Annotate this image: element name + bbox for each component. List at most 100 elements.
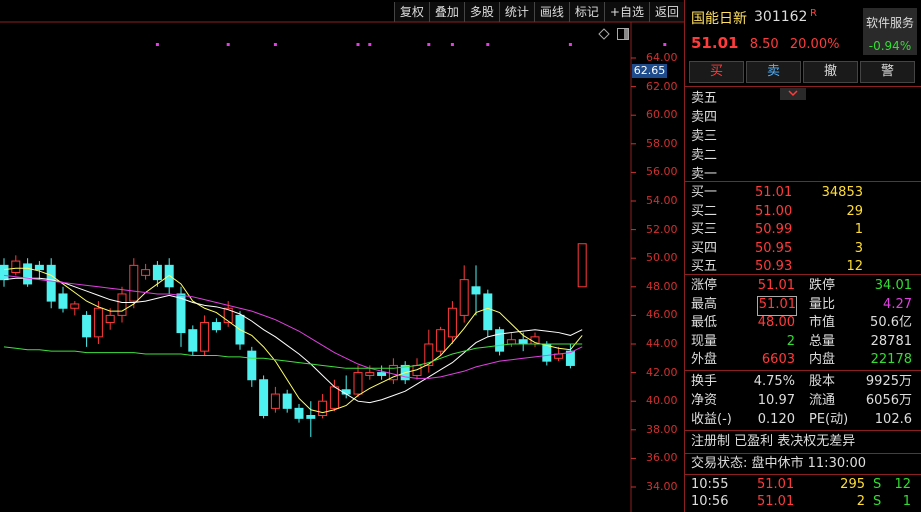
stat-value: 102.6 — [874, 412, 912, 427]
stat-label: 流通 — [809, 393, 836, 408]
trade-buttons: 买 卖 撤 警 — [689, 61, 915, 83]
current-price-tag: 62.65 — [632, 64, 667, 78]
candle-body — [11, 260, 21, 273]
price-axis-label: 62.00 — [646, 79, 678, 93]
candle-body — [577, 243, 587, 288]
signal-marker — [450, 43, 454, 46]
buy-level-volume: 29 — [846, 203, 863, 219]
buy-level-price: 51.00 — [755, 203, 793, 219]
candle-body — [459, 279, 469, 316]
candle-body — [70, 303, 80, 309]
divider — [685, 370, 921, 371]
candle-body — [46, 264, 56, 302]
buy-level-label: 买三 — [691, 222, 718, 237]
candle-body — [82, 314, 92, 338]
price-axis-label: 60.00 — [646, 108, 678, 122]
signal-marker — [663, 43, 667, 46]
cancel-button[interactable]: 撤 — [803, 61, 858, 83]
stat-value: 6603 — [761, 352, 795, 367]
buy-level-price: 51.01 — [755, 185, 793, 200]
sell-button[interactable]: 卖 — [746, 61, 801, 83]
divider — [685, 274, 921, 275]
stat-label: 市值 — [809, 315, 836, 330]
stat-value: 34.01 — [874, 278, 912, 293]
buy-level-label: 买二 — [691, 203, 718, 219]
buy-level-label: 买四 — [691, 240, 718, 256]
stat-label: 最低 — [691, 315, 718, 330]
stat-value: 22178 — [870, 352, 912, 367]
signal-marker — [486, 43, 490, 46]
signal-marker — [155, 43, 159, 46]
candle-body — [23, 263, 33, 285]
divider — [685, 86, 921, 87]
stat-value: 9925万 — [865, 374, 912, 389]
candle-body — [318, 400, 328, 417]
signal-marker — [273, 43, 277, 46]
stat-value: 4.27 — [883, 296, 912, 312]
signal-marker — [427, 43, 431, 46]
sector-button[interactable]: 软件服务 -0.94% — [863, 8, 917, 55]
divider — [685, 430, 921, 431]
candle-body — [93, 307, 103, 338]
signal-marker — [356, 43, 360, 46]
kline-svg — [0, 21, 684, 512]
candle-body — [200, 322, 210, 352]
price-axis-label: 40.00 — [646, 394, 678, 408]
stat-value: 0.120 — [757, 412, 795, 427]
stat-label: 最高 — [691, 296, 718, 312]
candle-body — [0, 264, 9, 281]
stat-label: PE(动) — [809, 412, 849, 427]
price-line: 51.01 8.50 20.00% — [691, 34, 845, 52]
quote-panel: 国能日新 301162 R 软件服务 -0.94% 51.01 8.50 20.… — [684, 0, 921, 512]
stat-value: 51.01 — [757, 295, 797, 316]
candle-body — [353, 372, 363, 395]
tick-count: 1 — [902, 494, 911, 509]
sell-level-label: 卖五 — [691, 91, 718, 106]
candle-body — [141, 269, 151, 276]
trade-status: 交易状态: 盘中休市 11:30:00 — [691, 456, 867, 471]
tick-count: 12 — [894, 477, 911, 492]
stat-label: 涨停 — [691, 278, 718, 293]
tick-time: 10:55 — [691, 477, 729, 492]
stat-value: 6056万 — [865, 393, 912, 408]
candle-body — [518, 339, 528, 345]
price-change: 8.50 — [749, 37, 779, 52]
buy-level-label: 买一 — [691, 185, 718, 200]
candle-body — [34, 264, 44, 271]
candle-body — [188, 329, 198, 352]
buy-level-volume: 34853 — [821, 185, 863, 200]
stat-label: 量比 — [809, 296, 836, 312]
collapse-chevron-icon[interactable] — [780, 88, 806, 100]
stat-value: 10.97 — [757, 393, 795, 408]
price-axis-label: 52.00 — [646, 222, 678, 236]
alert-button[interactable]: 警 — [860, 61, 915, 83]
price-axis-label: 64.00 — [646, 51, 678, 64]
price-axis-label: 54.00 — [646, 194, 678, 207]
tick-price: 51.01 — [757, 477, 795, 492]
price-axis-label: 38.00 — [646, 422, 678, 436]
tick-side: S — [873, 477, 882, 492]
candle-body — [117, 293, 127, 316]
candle-body — [495, 329, 505, 352]
sector-label: 软件服务 — [865, 16, 914, 30]
kline-chart[interactable]: 复权 叠加 多股 统计 画线 标记 +自选 返回 64.00 62.00 60.00 58.00 56… — [0, 0, 684, 512]
price-axis-label: 34.00 — [646, 480, 678, 493]
candle-body — [105, 314, 115, 324]
price-axis-label: 46.00 — [646, 308, 678, 322]
stat-label: 内盘 — [809, 352, 836, 367]
candle-body — [365, 372, 375, 376]
candle-body — [164, 264, 174, 288]
sell-level-label: 卖三 — [691, 129, 718, 144]
tick-side: S — [873, 494, 882, 509]
stat-label: 总量 — [809, 333, 836, 349]
tick-price: 51.01 — [757, 494, 795, 509]
candle-body — [377, 372, 387, 376]
candle-body — [259, 379, 269, 416]
candle-body — [447, 307, 457, 338]
buy-button[interactable]: 买 — [689, 61, 744, 83]
candle-body — [294, 407, 304, 419]
sell-level-label: 卖四 — [691, 110, 718, 125]
last-price: 51.01 — [691, 34, 739, 52]
stat-label: 外盘 — [691, 352, 718, 367]
price-axis-label: 56.00 — [646, 165, 678, 179]
